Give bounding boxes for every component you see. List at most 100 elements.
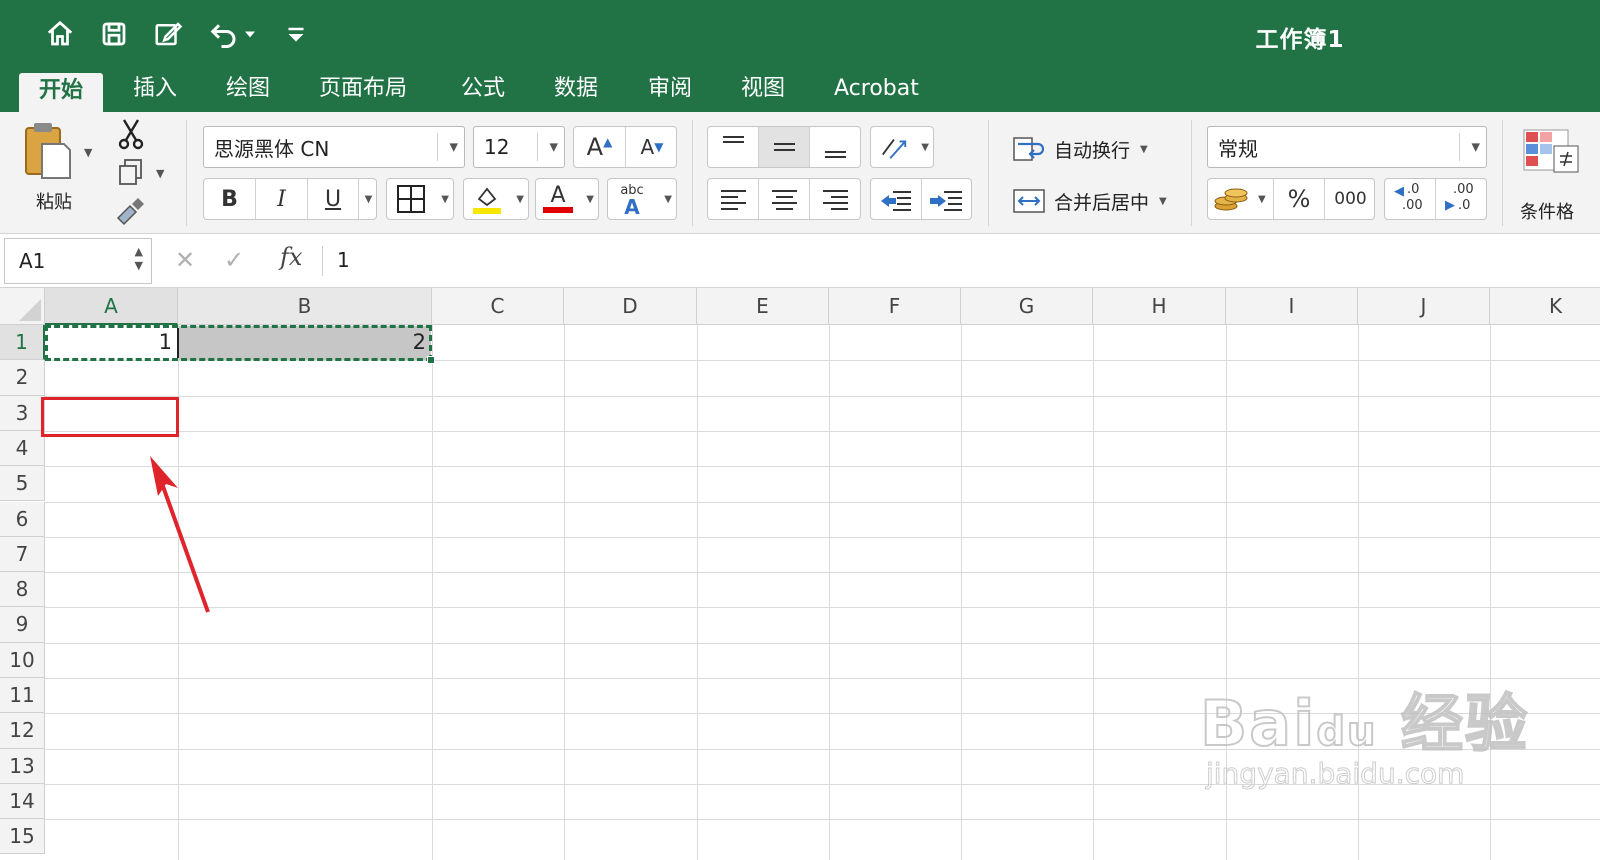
cancel-formula-icon[interactable]: ✕	[175, 246, 195, 274]
fill-color-icon	[473, 187, 501, 214]
phonetic-button[interactable]: abc A ▼	[607, 178, 677, 220]
select-all-button[interactable]	[0, 288, 45, 325]
accounting-format-button[interactable]: ▼	[1208, 179, 1274, 219]
borders-icon	[397, 185, 425, 213]
borders-button[interactable]: ▼	[386, 178, 454, 220]
tab-review[interactable]: 审阅	[628, 70, 712, 112]
paste-icon[interactable]	[20, 120, 74, 182]
name-box-spinner-icon[interactable]: ▲ ▼	[135, 245, 143, 273]
tab-formulas[interactable]: 公式	[441, 70, 525, 112]
shrink-font-button[interactable]: A ▼	[626, 127, 678, 167]
comma-style-button[interactable]: 000	[1325, 179, 1376, 219]
gridline	[45, 642, 1600, 644]
copy-dropdown-icon[interactable]: ▼	[156, 167, 164, 180]
number-format-select[interactable]: 常规 ▼	[1207, 126, 1487, 168]
font-name-select[interactable]: 思源黑体 CN ▼	[203, 126, 465, 168]
column-header-j[interactable]: J	[1358, 288, 1490, 325]
align-left-button[interactable]	[708, 179, 759, 219]
underline-button[interactable]: U	[308, 179, 358, 219]
decrease-indent-button[interactable]	[871, 179, 922, 219]
row-header-7[interactable]: 7	[0, 536, 45, 573]
spreadsheet-grid[interactable]: A B C D E F G H I J K 1 2 3 4 5 6 7 8 9 …	[0, 288, 1600, 860]
gridline	[432, 325, 433, 860]
column-header-a[interactable]: A	[45, 288, 178, 325]
row-header-10[interactable]: 10	[0, 642, 45, 678]
fill-handle[interactable]	[427, 356, 435, 364]
cut-icon[interactable]	[116, 118, 146, 150]
copy-icon[interactable]	[118, 158, 144, 186]
column-header-f[interactable]: F	[829, 288, 961, 325]
conditional-format-icon	[1523, 129, 1579, 173]
row-header-8[interactable]: 8	[0, 572, 45, 608]
save-icon[interactable]	[96, 16, 132, 52]
confirm-formula-icon[interactable]: ✓	[224, 246, 244, 274]
tab-view[interactable]: 视图	[721, 70, 805, 112]
paste-dropdown-icon[interactable]: ▼	[84, 146, 92, 159]
font-style-buttons: B I U ▼	[203, 178, 377, 220]
increase-decimal-top: .0	[1407, 182, 1420, 197]
column-header-i[interactable]: I	[1226, 288, 1358, 325]
grow-font-button[interactable]: A ▲	[574, 127, 626, 167]
row-header-1[interactable]: 1	[0, 325, 45, 361]
column-header-h[interactable]: H	[1093, 288, 1226, 325]
column-header-d[interactable]: D	[564, 288, 697, 325]
decrease-decimal-button[interactable]: .00 ▶ .0	[1436, 179, 1487, 219]
wrap-text-button[interactable]: 自动换行 ▼	[1012, 132, 1182, 166]
gridline	[45, 819, 1600, 821]
row-header-3[interactable]: 3	[0, 395, 45, 431]
align-right-button[interactable]	[810, 179, 861, 219]
conditional-format-button[interactable]: 条件格	[1520, 126, 1600, 226]
italic-button[interactable]: I	[256, 179, 308, 219]
row-header-13[interactable]: 13	[0, 748, 45, 784]
tab-page-layout[interactable]: 页面布局	[299, 70, 427, 112]
align-top-button[interactable]	[708, 127, 759, 167]
column-header-g[interactable]: G	[961, 288, 1093, 325]
indent-buttons	[870, 178, 972, 220]
row-header-11[interactable]: 11	[0, 678, 45, 714]
group-divider	[186, 120, 187, 226]
fill-color-button[interactable]: ▼	[463, 178, 529, 220]
row-header-2[interactable]: 2	[0, 360, 45, 396]
increase-indent-button[interactable]	[922, 179, 973, 219]
gridline	[45, 536, 1600, 538]
tab-home[interactable]: 开始	[19, 73, 104, 112]
align-center-button[interactable]	[759, 179, 810, 219]
edit-icon[interactable]	[150, 16, 186, 52]
tab-insert[interactable]: 插入	[113, 70, 197, 112]
merge-center-button[interactable]: 合并后居中 ▼	[1012, 184, 1182, 218]
column-header-e[interactable]: E	[697, 288, 829, 325]
underline-dropdown-icon[interactable]: ▼	[358, 179, 378, 219]
row-header-6[interactable]: 6	[0, 501, 45, 537]
insert-function-icon[interactable]: fx	[280, 243, 302, 271]
name-box[interactable]: A1 ▲ ▼	[4, 238, 152, 284]
formula-input[interactable]: 1	[337, 248, 350, 272]
tab-draw[interactable]: 绘图	[206, 70, 290, 112]
tab-data[interactable]: 数据	[534, 70, 618, 112]
row-header-15[interactable]: 15	[0, 819, 45, 855]
chevron-down-icon: ▼	[1471, 140, 1480, 154]
row-header-14[interactable]: 14	[0, 783, 45, 820]
row-header-4[interactable]: 4	[0, 430, 45, 467]
format-painter-icon[interactable]	[116, 198, 146, 226]
undo-dropdown-icon[interactable]	[240, 16, 260, 52]
align-bottom-button[interactable]	[810, 127, 861, 167]
percent-button[interactable]: %	[1274, 179, 1325, 219]
tab-acrobat[interactable]: Acrobat	[814, 70, 939, 112]
align-middle-button[interactable]	[759, 127, 810, 167]
row-header-9[interactable]: 9	[0, 607, 45, 643]
column-header-c[interactable]: C	[432, 288, 564, 325]
row-header-5[interactable]: 5	[0, 466, 45, 502]
orientation-button[interactable]: ▼	[870, 126, 934, 168]
home-icon[interactable]	[42, 16, 78, 52]
bold-button[interactable]: B	[204, 179, 256, 219]
font-color-button[interactable]: A ▼	[535, 178, 599, 220]
row-header-12[interactable]: 12	[0, 713, 45, 749]
increase-decimal-button[interactable]: ◀ .0 .00	[1385, 179, 1436, 219]
customize-icon[interactable]	[278, 16, 314, 52]
font-size-select[interactable]: 12 ▼	[473, 126, 565, 168]
column-header-k[interactable]: K	[1490, 288, 1600, 325]
grow-font-glyph: A	[586, 133, 604, 161]
undo-icon[interactable]	[206, 16, 242, 52]
column-header-b[interactable]: B	[178, 288, 432, 325]
vertical-align-buttons	[707, 126, 861, 168]
